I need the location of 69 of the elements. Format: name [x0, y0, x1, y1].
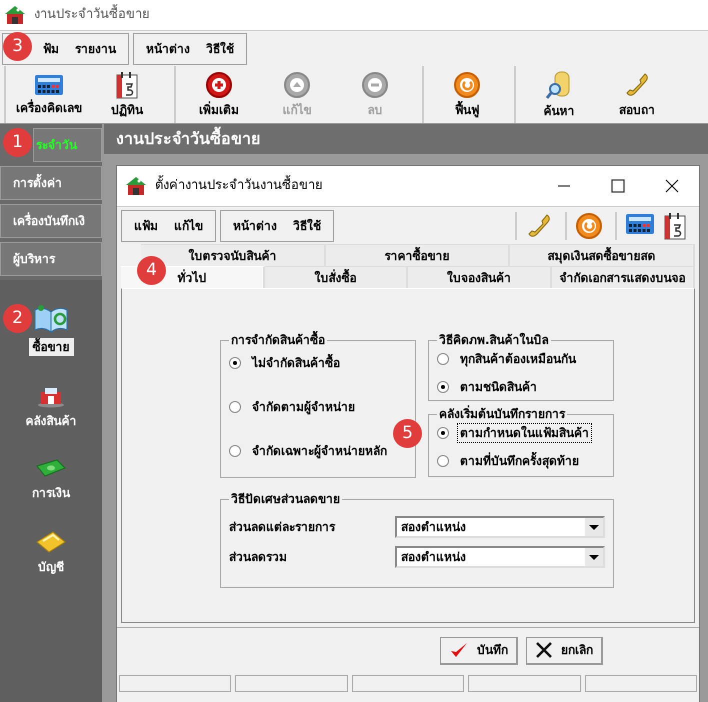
check-icon: [449, 641, 469, 659]
wallet-icon: [35, 530, 67, 554]
menu-item[interactable]: วิธีใช้: [206, 40, 234, 58]
module-item[interactable]: การเงิน: [28, 458, 74, 502]
tab[interactable]: ราคาซื้อขาย: [326, 244, 510, 266]
sidebar-tab[interactable]: ผู้บริหาร: [0, 242, 102, 276]
panel-title: งานประจำวันซื้อขาย: [116, 127, 260, 151]
menu-item[interactable]: แฟ้ม: [134, 216, 158, 234]
module-item[interactable]: บัญชี: [34, 530, 68, 576]
field-label: ส่วนลดรวม: [229, 549, 287, 566]
toolbar-button[interactable]: เครื่องคิดเลข: [10, 66, 88, 123]
menu-item[interactable]: หน้าต่าง: [146, 40, 190, 58]
menu-item[interactable]: ฟ้ม: [43, 40, 59, 58]
group-title: คลังเริ่มต้นบันทึกรายการ: [438, 405, 566, 423]
sidebar-tab[interactable]: การตั้งค่า: [0, 166, 102, 200]
calendar-icon: [115, 70, 139, 98]
menu-item[interactable]: แก้ไข: [174, 216, 203, 234]
book-icon: [33, 304, 69, 334]
toolbar-button[interactable]: สอบถา: [598, 66, 676, 123]
maximize-icon[interactable]: [611, 179, 625, 193]
toolbar-button[interactable]: ค้นหา: [520, 66, 598, 123]
toolbar-button[interactable]: ปฏิทิน: [88, 66, 166, 123]
plus-icon: [205, 70, 233, 98]
dropdown[interactable]: สองตำแหน่ง: [395, 546, 605, 568]
menu-item[interactable]: หน้าต่าง: [233, 216, 277, 234]
menu-item[interactable]: รายงาน: [75, 40, 116, 58]
tab[interactable]: จำกัดเอกสารแสดงบนจอ: [552, 266, 695, 288]
group-title: วิธีคิดภพ.สินค้าในบิล: [438, 332, 550, 349]
group-title: การจำกัดสินค้าซื้อ: [229, 331, 327, 349]
radio-button[interactable]: [437, 455, 449, 467]
radio-label: ไม่จำกัดสินค้าซื้อ: [249, 353, 343, 373]
radio-button[interactable]: [229, 401, 241, 413]
dialog-button[interactable]: ยกเลิก: [526, 636, 603, 664]
sidebar-tab[interactable]: เครื่องบันทึกเงิ: [0, 204, 102, 238]
module-item[interactable]: ซื้อขาย: [28, 304, 74, 356]
window-title: งานประจำวันซื้อขาย: [34, 5, 150, 25]
close-icon[interactable]: [665, 179, 679, 193]
radio-label: จำกัดเฉพาะผู้จำหน่ายหลัก: [251, 443, 388, 460]
radio-button[interactable]: [229, 445, 241, 457]
radio-button[interactable]: [229, 357, 241, 369]
menu-item[interactable]: วิธีใช้: [293, 216, 321, 234]
radio-label: ทุกสินค้าต้องเหมือนกัน: [459, 351, 578, 369]
tab[interactable]: ใบสั่งซื้อ: [264, 266, 408, 288]
toolbar-button[interactable]: ฟื้นฟู: [428, 66, 506, 123]
radio-label: จำกัดตามผู้จำหน่าย: [251, 399, 356, 416]
refresh-icon: [575, 212, 603, 240]
module-item[interactable]: คลังสินค้า: [22, 384, 80, 430]
tab[interactable]: ใบจองสินค้า: [408, 266, 552, 288]
radio-label: ตามกำหนดในแฟ้มสินค้า: [457, 423, 592, 443]
dropdown[interactable]: สองตำแหน่ง: [395, 516, 605, 538]
toolbar-button[interactable]: เพิ่มเติม: [180, 66, 258, 123]
app-icon: [4, 5, 26, 25]
dialog-title: ตั้งค่างานประจำวันงานซื้อขาย: [155, 176, 549, 196]
calculator-icon: [625, 212, 655, 236]
calculator-icon: [34, 72, 64, 96]
app-icon: [125, 176, 147, 196]
radio-label: ตามที่บันทึกครั้งสุดท้าย: [457, 451, 582, 471]
dialog-button[interactable]: บันทึก: [440, 636, 518, 664]
group-title: วิธีปัดเศษส่วนลดขาย: [230, 491, 341, 508]
calendar-icon: [663, 212, 687, 240]
minus-icon: [361, 70, 389, 98]
refresh-icon: [453, 70, 481, 98]
radio-label: ตามชนิดสินค้า: [459, 379, 538, 396]
radio-button[interactable]: [437, 427, 449, 439]
field-label: ส่วนลดแต่ละรายการ: [229, 519, 335, 536]
close-icon: [535, 641, 553, 659]
tab[interactable]: สมุดเงินสดซื้อขายสด: [510, 244, 696, 266]
radio-button[interactable]: [437, 353, 449, 365]
radio-button[interactable]: [437, 381, 449, 393]
